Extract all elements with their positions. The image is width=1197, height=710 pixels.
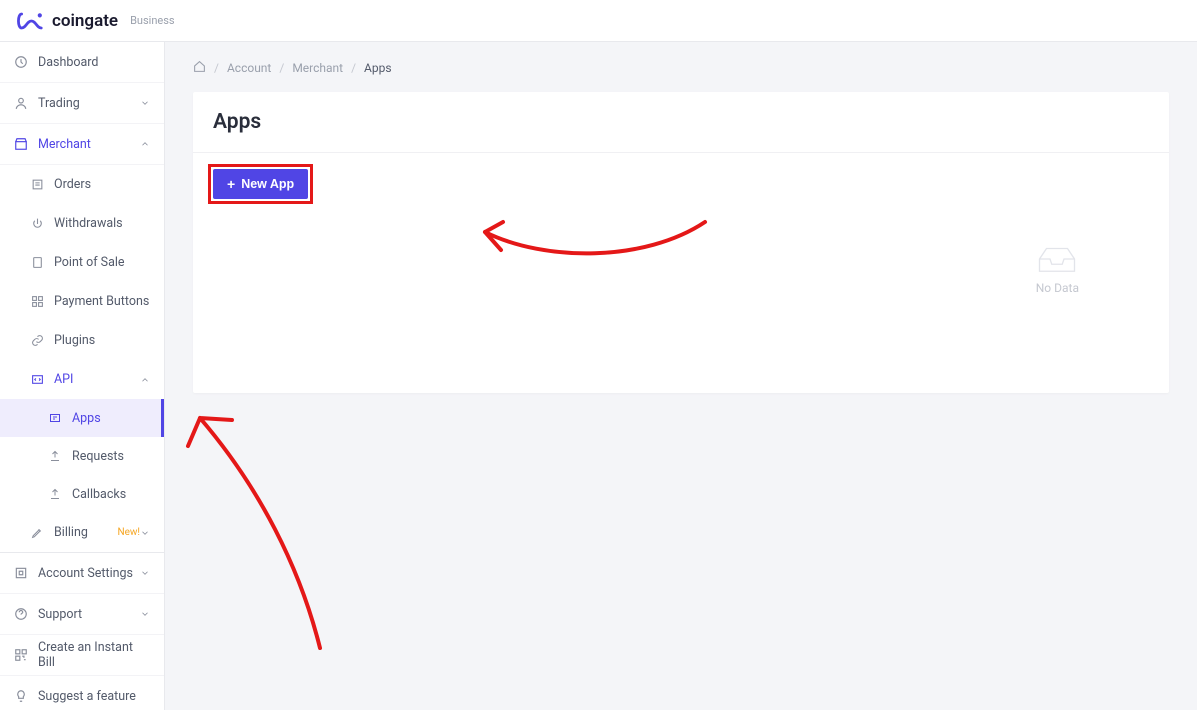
sidebar-item-instant-bill[interactable]: Create an Instant Bill xyxy=(0,635,164,676)
nav-label: Payment Buttons xyxy=(54,294,150,309)
coingate-logo-icon xyxy=(16,11,44,31)
nav-label: Requests xyxy=(72,449,150,464)
qr-icon xyxy=(14,648,28,662)
nav-label: Suggest a feature xyxy=(38,689,150,704)
grid-icon xyxy=(30,295,44,309)
new-badge: New! xyxy=(117,527,140,538)
breadcrumb-current: Apps xyxy=(364,61,392,75)
power-icon xyxy=(30,217,44,231)
button-label: New App xyxy=(241,177,294,191)
store-icon xyxy=(14,137,28,151)
nav-label: Apps xyxy=(72,411,147,426)
inbox-icon xyxy=(1036,243,1078,275)
sidebar: Dashboard Trading Merchant Orders xyxy=(0,42,165,710)
chevron-up-icon xyxy=(140,139,150,149)
nav-label: Callbacks xyxy=(72,487,150,502)
sidebar-item-merchant[interactable]: Merchant xyxy=(0,124,164,165)
chevron-down-icon xyxy=(140,98,150,108)
nav-label: Merchant xyxy=(38,137,140,152)
main-content: / Account / Merchant / Apps Apps + New A… xyxy=(165,42,1197,710)
nav-label: Dashboard xyxy=(38,55,150,70)
sidebar-item-suggest[interactable]: Suggest a feature xyxy=(0,676,164,710)
nav-label: Plugins xyxy=(54,333,150,348)
sidebar-item-callbacks[interactable]: Callbacks xyxy=(0,475,164,513)
header: coingate Business xyxy=(0,0,1197,42)
sidebar-item-api[interactable]: API xyxy=(0,360,164,399)
breadcrumb-sep: / xyxy=(279,61,284,75)
user-icon xyxy=(14,96,28,110)
nav-label: Billing xyxy=(54,525,111,540)
breadcrumb-account[interactable]: Account xyxy=(227,61,271,75)
code-icon xyxy=(30,373,44,387)
page-title: Apps xyxy=(213,110,1149,134)
nav-label: Point of Sale xyxy=(54,255,150,270)
breadcrumb-sep: / xyxy=(214,61,219,75)
breadcrumb-merchant[interactable]: Merchant xyxy=(292,61,343,75)
plus-icon: + xyxy=(227,177,235,191)
apps-icon xyxy=(48,411,62,425)
dashboard-icon xyxy=(14,55,28,69)
new-app-button[interactable]: + New App xyxy=(213,169,308,199)
logo[interactable]: coingate Business xyxy=(16,11,175,31)
sidebar-item-trading[interactable]: Trading xyxy=(0,83,164,124)
sidebar-item-requests[interactable]: Requests xyxy=(0,437,164,475)
chevron-down-icon xyxy=(140,609,150,619)
nav-label: API xyxy=(54,372,140,387)
chevron-down-icon xyxy=(140,528,150,538)
sidebar-item-orders[interactable]: Orders xyxy=(0,165,164,204)
brand-name: coingate xyxy=(52,11,118,31)
nav-label: Create an Instant Bill xyxy=(38,640,150,670)
no-data-label: No Data xyxy=(1036,281,1079,295)
bulb-icon xyxy=(14,689,28,703)
upload-icon xyxy=(48,449,62,463)
sidebar-item-plugins[interactable]: Plugins xyxy=(0,321,164,360)
nav-label: Withdrawals xyxy=(54,216,150,231)
tablet-icon xyxy=(30,256,44,270)
edit-icon xyxy=(30,526,44,540)
breadcrumb-sep: / xyxy=(351,61,356,75)
brand-sub: Business xyxy=(130,14,175,27)
panel-header: Apps xyxy=(193,92,1169,153)
chevron-down-icon xyxy=(140,568,150,578)
sidebar-item-account-settings[interactable]: Account Settings xyxy=(0,553,164,594)
sidebar-item-support[interactable]: Support xyxy=(0,594,164,635)
nav-label: Orders xyxy=(54,177,150,192)
list-icon xyxy=(30,178,44,192)
breadcrumb: / Account / Merchant / Apps xyxy=(193,60,1169,76)
link-icon xyxy=(30,334,44,348)
settings-icon xyxy=(14,566,28,580)
upload-icon xyxy=(48,487,62,501)
home-icon[interactable] xyxy=(193,60,206,76)
sidebar-item-apps[interactable]: Apps xyxy=(0,399,164,437)
empty-state: No Data xyxy=(1036,243,1079,295)
sidebar-item-pos[interactable]: Point of Sale xyxy=(0,243,164,282)
nav-label: Support xyxy=(38,607,140,622)
sidebar-item-payment-buttons[interactable]: Payment Buttons xyxy=(0,282,164,321)
apps-panel: Apps + New App No Data xyxy=(193,92,1169,393)
chevron-up-icon xyxy=(140,375,150,385)
nav-label: Trading xyxy=(38,96,140,111)
sidebar-item-dashboard[interactable]: Dashboard xyxy=(0,42,164,83)
sidebar-item-billing[interactable]: Billing New! xyxy=(0,513,164,552)
nav-label: Account Settings xyxy=(38,566,140,581)
help-icon xyxy=(14,607,28,621)
sidebar-item-withdrawals[interactable]: Withdrawals xyxy=(0,204,164,243)
